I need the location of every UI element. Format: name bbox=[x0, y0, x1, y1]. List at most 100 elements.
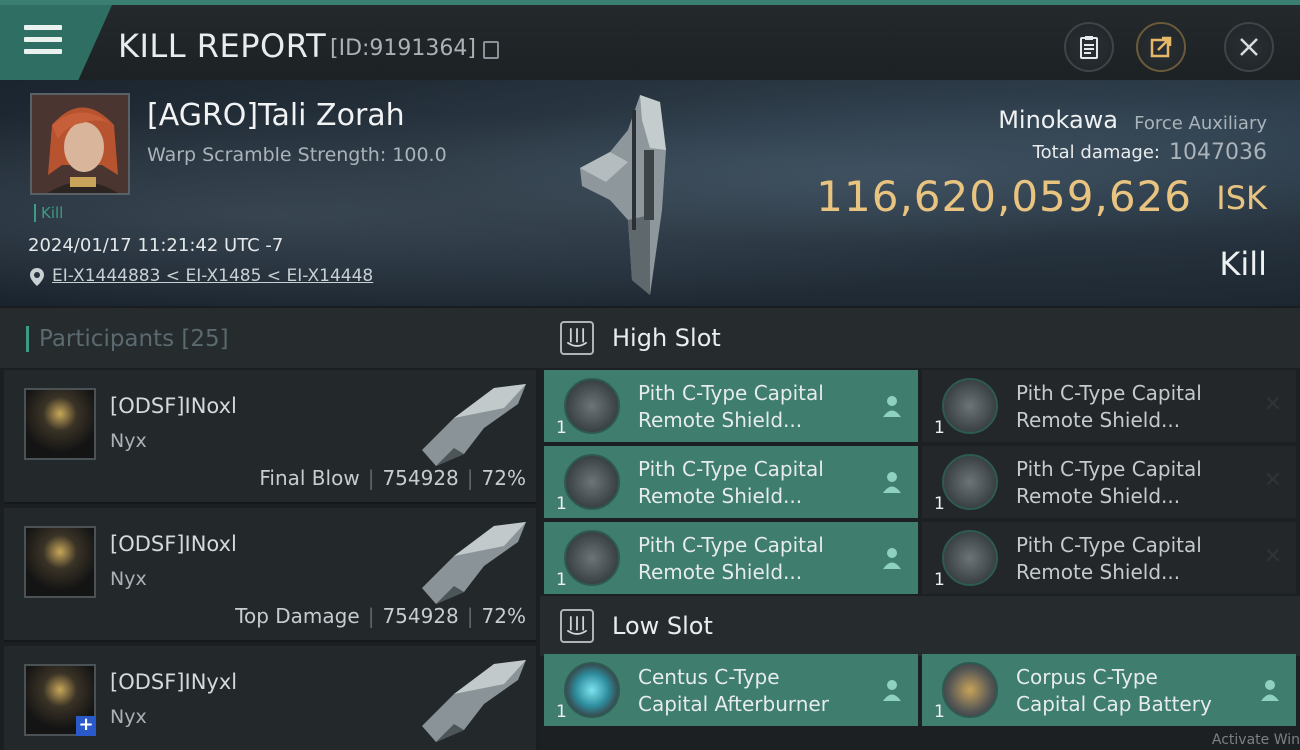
participant-row[interactable]: + [ODSF]INyxl Nyx bbox=[4, 646, 536, 750]
shield-booster-icon bbox=[564, 530, 620, 586]
module-slot[interactable]: 1 Pith C-Type Capital Remote Shield... bbox=[544, 370, 918, 442]
high-slot-header: High Slot bbox=[540, 308, 1300, 368]
module-slot[interactable]: 1 Pith C-Type Capital Remote Shield... bbox=[544, 522, 918, 594]
module-slot[interactable]: 1 Centus C-Type Capital Afterburner bbox=[544, 654, 918, 726]
location-link[interactable]: EI-X1444883 < EI-X1485 < EI-X14448 bbox=[52, 266, 373, 286]
module-quantity: 1 bbox=[556, 494, 567, 514]
participant-avatar: + bbox=[24, 664, 96, 736]
participants-panel: Participants [25] [ODSF]INoxl Nyx Final … bbox=[0, 308, 540, 750]
total-damage-label: Total damage: bbox=[1032, 142, 1160, 163]
participant-name: [ODSF]INoxl bbox=[110, 532, 237, 556]
clipboard-icon bbox=[1080, 36, 1098, 59]
person-icon bbox=[1261, 680, 1279, 701]
participant-avatar bbox=[24, 526, 96, 598]
module-quantity: 1 bbox=[556, 570, 567, 590]
module-quantity: 1 bbox=[556, 418, 567, 438]
module-quantity: 1 bbox=[934, 570, 945, 590]
kill-timestamp: 2024/01/17 11:21:42 UTC -7 bbox=[28, 235, 284, 256]
share-button[interactable] bbox=[1136, 22, 1186, 72]
module-slot[interactable]: 1 Corpus C-Type Capital Cap Battery bbox=[922, 654, 1296, 726]
participant-role: Top Damage bbox=[235, 604, 360, 628]
module-name: Pith C-Type Capital Remote Shield... bbox=[1016, 381, 1202, 432]
participant-stats: Top Damage | 754928 | 72% bbox=[235, 604, 526, 628]
destroyed-x-icon: ✕ bbox=[1263, 544, 1282, 569]
shield-booster-icon bbox=[564, 378, 620, 434]
victim-ship-image[interactable] bbox=[570, 90, 690, 300]
module-slot[interactable]: 1 Pith C-Type Capital Remote Shield... ✕ bbox=[922, 446, 1296, 518]
module-name: Centus C-Type Capital Afterburner bbox=[638, 665, 829, 716]
participant-damage: 754928 bbox=[382, 466, 459, 490]
participant-ship-image bbox=[422, 660, 526, 742]
module-slot[interactable]: 1 Pith C-Type Capital Remote Shield... ✕ bbox=[922, 522, 1296, 594]
destroyed-x-icon: ✕ bbox=[1263, 392, 1282, 417]
victim-ship-name: Minokawa bbox=[998, 106, 1118, 134]
share-icon bbox=[1150, 36, 1172, 58]
participant-name: [ODSF]INyxl bbox=[110, 670, 238, 694]
module-quantity: 1 bbox=[934, 494, 945, 514]
person-icon bbox=[883, 548, 901, 569]
shield-booster-icon bbox=[942, 454, 998, 510]
participant-ship: Nyx bbox=[110, 568, 147, 590]
module-slot[interactable]: 1 Pith C-Type Capital Remote Shield... bbox=[544, 446, 918, 518]
high-slot-icon bbox=[560, 321, 594, 355]
warp-scramble-strength: Warp Scramble Strength: 100.0 bbox=[147, 144, 447, 166]
participant-damage: 754928 bbox=[382, 604, 459, 628]
module-quantity: 1 bbox=[934, 702, 945, 722]
shield-booster-icon bbox=[942, 378, 998, 434]
location-pin-icon bbox=[30, 268, 44, 286]
menu-button[interactable] bbox=[0, 5, 112, 80]
low-slot-icon bbox=[560, 609, 594, 643]
kill-tag: Kill bbox=[34, 204, 63, 222]
module-name: Pith C-Type Capital Remote Shield... bbox=[638, 533, 824, 584]
hamburger-menu-icon bbox=[24, 25, 62, 55]
participant-row[interactable]: [ODSF]INoxl Nyx Final Blow | 754928 | 72% bbox=[4, 370, 536, 504]
participants-title: Participants [25] bbox=[26, 326, 229, 352]
shield-booster-icon bbox=[942, 530, 998, 586]
page-title: KILL REPORT bbox=[118, 27, 327, 65]
participant-percent: 72% bbox=[481, 604, 526, 628]
module-name: Pith C-Type Capital Remote Shield... bbox=[638, 457, 824, 508]
module-name: Pith C-Type Capital Remote Shield... bbox=[1016, 457, 1202, 508]
copy-id-icon[interactable] bbox=[483, 41, 499, 59]
isk-unit: ISK bbox=[1216, 179, 1267, 217]
participants-count: [25] bbox=[181, 326, 229, 352]
participant-ship: Nyx bbox=[110, 706, 147, 728]
participants-label: Participants bbox=[39, 326, 175, 352]
module-name: Pith C-Type Capital Remote Shield... bbox=[1016, 533, 1202, 584]
shield-booster-icon bbox=[564, 454, 620, 510]
low-slot-title: Low Slot bbox=[612, 612, 713, 640]
participants-header: Participants [25] bbox=[0, 308, 540, 368]
isk-value: 116,620,059,626 bbox=[816, 172, 1192, 221]
participant-role: Final Blow bbox=[259, 466, 360, 490]
high-slot-title: High Slot bbox=[612, 324, 721, 352]
module-quantity: 1 bbox=[556, 702, 567, 722]
victim-name: [AGRO]Tali Zorah bbox=[147, 98, 405, 133]
participant-row[interactable]: [ODSF]INoxl Nyx Top Damage | 754928 | 72% bbox=[4, 508, 536, 642]
participant-stats: Final Blow | 754928 | 72% bbox=[259, 466, 526, 490]
participant-ship-image bbox=[422, 384, 526, 466]
victim-portrait[interactable] bbox=[30, 93, 130, 195]
close-icon bbox=[1240, 38, 1258, 56]
victim-ship-class: Force Auxiliary bbox=[1134, 113, 1267, 134]
module-slot[interactable]: 1 Pith C-Type Capital Remote Shield... ✕ bbox=[922, 370, 1296, 442]
participant-ship: Nyx bbox=[110, 430, 147, 452]
report-id: [ID:9191364] bbox=[330, 36, 476, 61]
participant-percent: 72% bbox=[481, 466, 526, 490]
cap-battery-icon bbox=[942, 662, 998, 718]
person-icon bbox=[883, 680, 901, 701]
module-name: Corpus C-Type Capital Cap Battery bbox=[1016, 665, 1212, 716]
low-slot-header: Low Slot bbox=[540, 596, 1300, 656]
module-name: Pith C-Type Capital Remote Shield... bbox=[638, 381, 824, 432]
destroyed-x-icon: ✕ bbox=[1263, 468, 1282, 493]
clipboard-button[interactable] bbox=[1064, 22, 1114, 72]
total-damage-value: 1047036 bbox=[1169, 140, 1267, 165]
participant-name: [ODSF]INoxl bbox=[110, 394, 237, 418]
top-bar: KILL REPORT [ID:9191364] bbox=[0, 0, 1300, 80]
kill-summary-banner: [AGRO]Tali Zorah Warp Scramble Strength:… bbox=[0, 80, 1300, 306]
participant-avatar bbox=[24, 388, 96, 460]
fitting-panel: High Slot 1 Pith C-Type Capital Remote Sh… bbox=[540, 308, 1300, 750]
os-activation-watermark: Activate Win bbox=[1211, 732, 1300, 748]
close-button[interactable] bbox=[1224, 22, 1274, 72]
kill-result: Kill bbox=[1219, 245, 1267, 283]
afterburner-icon bbox=[564, 662, 620, 718]
